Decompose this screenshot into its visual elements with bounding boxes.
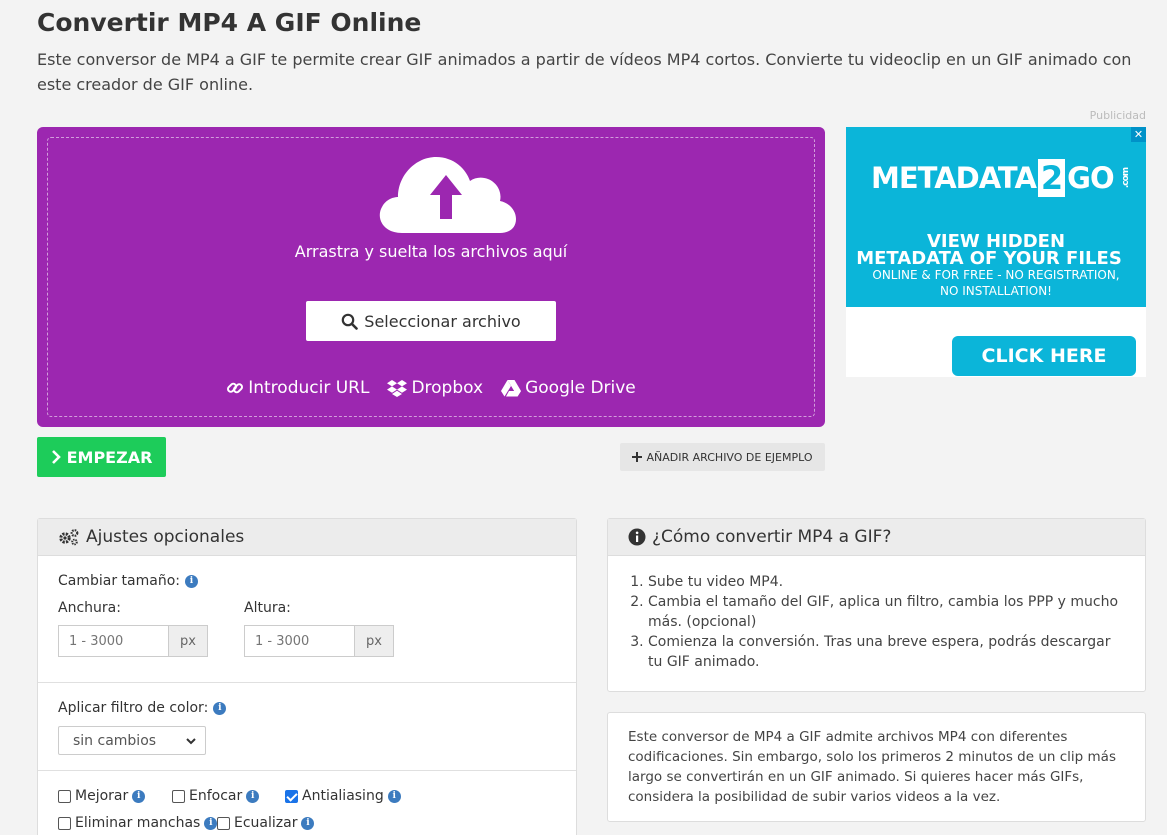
gdrive-link[interactable]: Google Drive [501, 378, 636, 398]
height-label: Altura: [244, 600, 291, 616]
ad-brand-c: GO [1067, 161, 1114, 195]
option-label: Eliminar manchas [75, 815, 201, 831]
howto-header: ¿Cómo convertir MP4 a GIF? [608, 519, 1145, 556]
ad-headline: VIEW HIDDEN METADATA OF YOUR FILES [846, 233, 1146, 269]
info-icon[interactable]: i [204, 816, 218, 830]
info-box: Este conversor de MP4 a GIF admite archi… [607, 712, 1146, 822]
cloud-upload-icon [379, 157, 516, 233]
color-filter-value: sin cambios [73, 732, 157, 749]
ad-brand-com: .com [1120, 167, 1131, 189]
info-icon[interactable]: i [213, 701, 227, 715]
checkbox[interactable] [58, 789, 71, 803]
width-label: Anchura: [58, 600, 121, 616]
settings-header: Ajustes opcionales [38, 519, 576, 556]
option-mejorar[interactable]: Mejorar i [58, 788, 146, 804]
divider [38, 682, 576, 683]
dropbox-icon [387, 380, 408, 397]
ad-click-button[interactable]: CLICK HERE [952, 336, 1136, 376]
search-icon [341, 313, 359, 330]
gears-icon [59, 529, 79, 546]
option-eliminar-manchas[interactable]: Eliminar manchas i [58, 815, 218, 831]
ad-brand-a: METADATA [871, 161, 1037, 195]
page-description: Este conversor de MP4 a GIF te permite c… [37, 50, 1132, 94]
checkbox-checked[interactable] [285, 789, 298, 803]
start-label: EMPEZAR [66, 447, 153, 467]
howto-step: Comienza la conversión. Tras una breve e… [648, 632, 1128, 672]
height-unit: px [354, 625, 394, 657]
ad-headline-2: METADATA OF YOUR FILES [856, 248, 1122, 269]
select-file-label: Seleccionar archivo [364, 311, 521, 331]
ad-logo: METADATA 2 GO .com [871, 159, 1136, 197]
dropbox-label: Dropbox [411, 378, 484, 398]
info-icon[interactable]: i [132, 789, 146, 803]
option-label: Mejorar [75, 788, 129, 804]
width-unit: px [168, 625, 208, 657]
option-label: Antialiasing [302, 788, 384, 804]
howto-step: Cambia el tamaño del GIF, aplica un filt… [648, 592, 1128, 632]
resize-label: Cambiar tamaño: i [58, 573, 198, 589]
option-ecualizar[interactable]: Ecualizar i [217, 815, 315, 831]
info-icon[interactable]: i [387, 789, 401, 803]
option-label: Ecualizar [234, 815, 298, 831]
info-icon[interactable]: i [185, 574, 198, 588]
add-example-label: AÑADIR ARCHIVO DE EJEMPLO [646, 450, 813, 464]
add-example-button[interactable]: AÑADIR ARCHIVO DE EJEMPLO [620, 443, 825, 471]
howto-step: Sube tu video MP4. [648, 572, 1128, 592]
info-circle-icon [628, 528, 646, 546]
height-input-group: px [244, 625, 394, 657]
ad-sub-1: ONLINE & FOR FREE - NO REGISTRATION, [872, 268, 1120, 282]
settings-panel: Ajustes opcionales Cambiar tamaño: i Anc… [37, 518, 577, 835]
ad-brand-b: 2 [1037, 159, 1066, 197]
howto-steps: Sube tu video MP4. Cambia el tamaño del … [648, 572, 1128, 672]
upload-sources: Introducir URL Dropbox Google Drive [37, 378, 825, 398]
chevron-down-icon [186, 738, 196, 745]
option-antialiasing[interactable]: Antialiasing i [285, 788, 401, 804]
dropbox-link[interactable]: Dropbox [387, 378, 483, 398]
google-drive-icon [501, 380, 522, 397]
checkbox[interactable] [58, 816, 71, 830]
start-button[interactable]: EMPEZAR [37, 437, 166, 477]
link-icon [227, 382, 244, 394]
info-icon[interactable]: i [301, 816, 315, 830]
select-file-button[interactable]: Seleccionar archivo [306, 301, 556, 341]
divider [38, 770, 576, 771]
resize-label-text: Cambiar tamaño: [58, 573, 180, 589]
howto-panel: ¿Cómo convertir MP4 a GIF? Sube tu video… [607, 518, 1146, 692]
gdrive-label: Google Drive [525, 378, 636, 398]
url-label: Introducir URL [248, 378, 370, 398]
chevron-right-icon [51, 450, 61, 464]
drop-text: Arrastra y suelta los archivos aquí [294, 242, 568, 261]
checkbox[interactable] [217, 816, 230, 830]
info-icon[interactable]: i [246, 789, 260, 803]
height-input[interactable] [244, 625, 354, 657]
ad-banner[interactable]: ✕ METADATA 2 GO .com VIEW HIDDEN METADAT… [846, 127, 1146, 377]
width-input-group: px [58, 625, 208, 657]
checkbox[interactable] [172, 789, 185, 803]
ad-close-icon[interactable]: ✕ [1131, 127, 1146, 142]
filter-label-text: Aplicar filtro de color: [58, 700, 209, 716]
plus-icon [632, 452, 643, 462]
option-enfocar[interactable]: Enfocar i [172, 788, 260, 804]
settings-title: Ajustes opcionales [86, 527, 245, 547]
ad-label: Publicidad [1089, 109, 1146, 122]
filter-label: Aplicar filtro de color: i [58, 700, 227, 716]
url-link[interactable]: Introducir URL [226, 378, 369, 398]
ad-sub-2: NO INSTALLATION! [939, 284, 1052, 298]
howto-title: ¿Cómo convertir MP4 a GIF? [652, 527, 892, 547]
color-filter-select[interactable]: sin cambios [58, 726, 206, 755]
width-input[interactable] [58, 625, 168, 657]
ad-subline: ONLINE & FOR FREE - NO REGISTRATION, NO … [846, 267, 1146, 299]
page-title: Convertir MP4 A GIF Online [37, 8, 422, 37]
option-label: Enfocar [189, 788, 243, 804]
